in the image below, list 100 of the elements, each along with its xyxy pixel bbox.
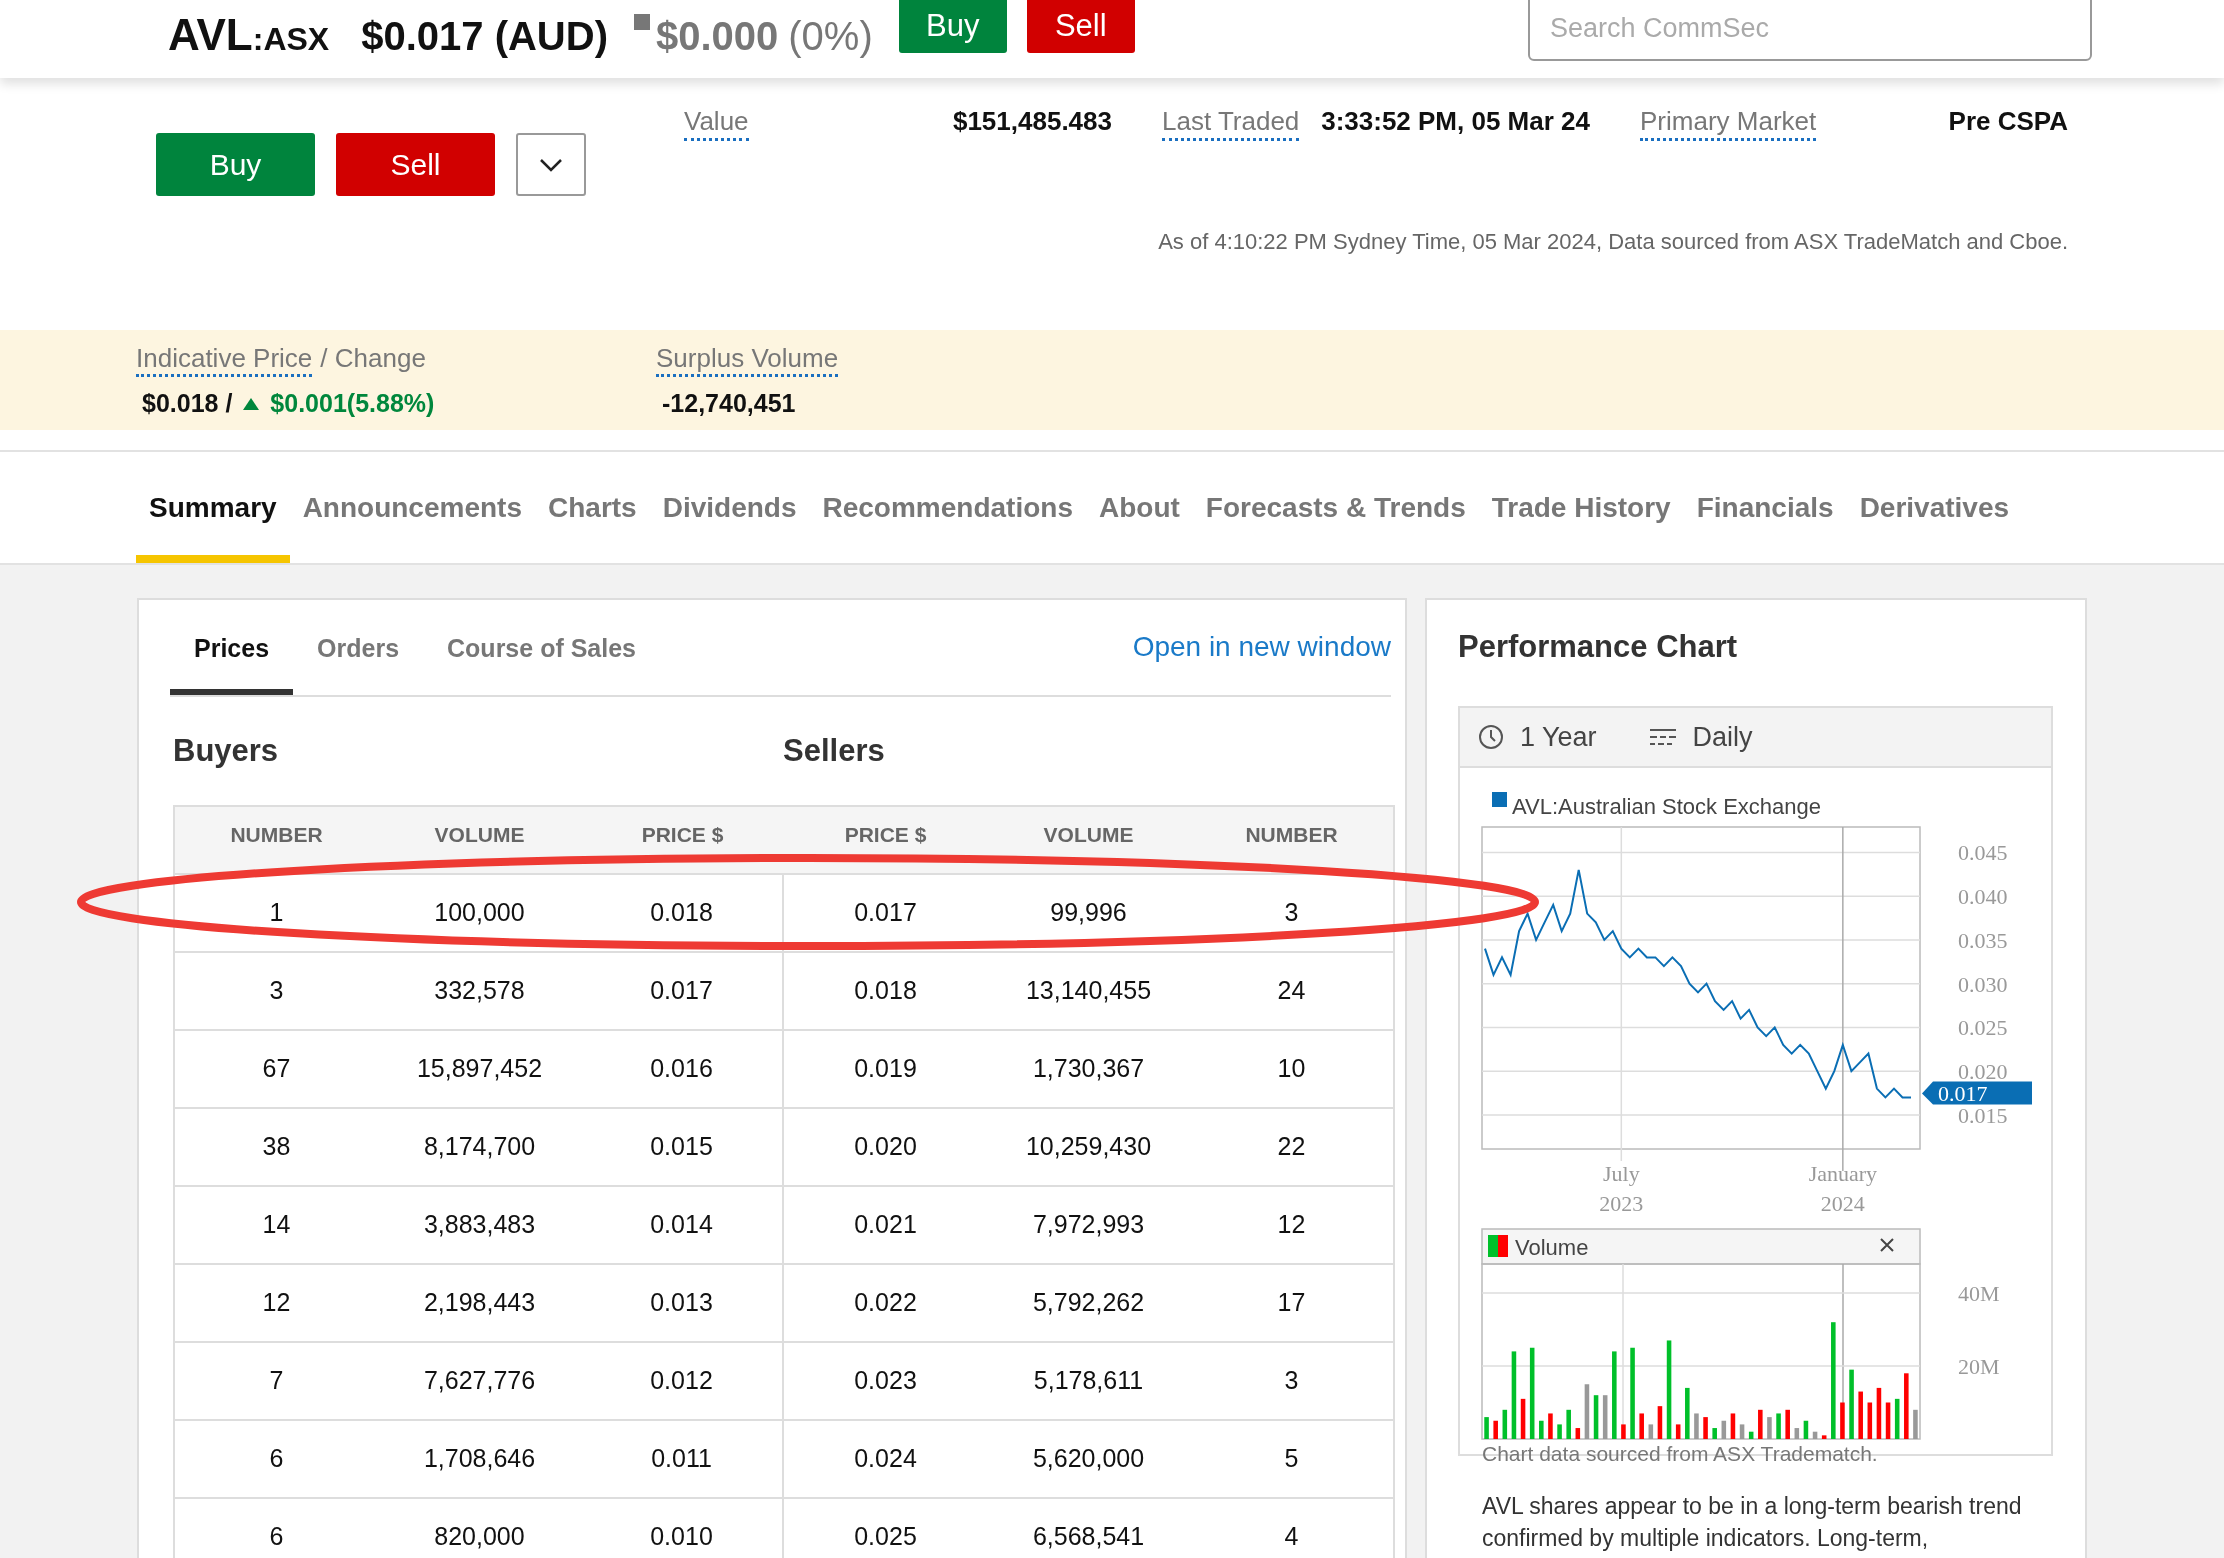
table-cell: 0.017 bbox=[581, 953, 784, 1029]
stock-summary-text: AVL shares appear to be in a long-term bearish trend confirmed by multiple indicators. Long-term, bbox=[1481, 1491, 2023, 1553]
table-cell-text: 12 bbox=[261, 1287, 292, 1319]
table-cell-text: 0.020 bbox=[853, 1131, 918, 1163]
table-cell-text: 0.021 bbox=[853, 1209, 918, 1241]
indicative-price: $0.018 / bbox=[142, 388, 233, 419]
nav-tab[interactable]: Derivatives bbox=[1846, 452, 2023, 563]
clock-icon bbox=[1478, 724, 1504, 750]
stat-label: Primary Market bbox=[1640, 106, 1817, 141]
axis-label: July 2023 bbox=[1599, 1161, 1644, 1216]
table-cell-text: 7 bbox=[268, 1365, 285, 1397]
column-header: NUMBER bbox=[229, 822, 324, 849]
table-cell-text: 0.024 bbox=[853, 1443, 918, 1475]
nav-tab[interactable]: Financials bbox=[1683, 452, 1847, 563]
volume-legend-icon bbox=[1488, 1235, 1508, 1257]
ticker-symbol: AVL bbox=[168, 9, 253, 61]
table-cell-text: 6 bbox=[268, 1443, 285, 1475]
stat-value: Pre CSPA bbox=[1948, 106, 2068, 136]
column-header: PRICE $ bbox=[843, 822, 928, 849]
sell-button[interactable]: Sell bbox=[1026, 0, 1135, 53]
nav-tab[interactable]: Trade History bbox=[1478, 452, 1684, 563]
lines-icon bbox=[1648, 727, 1677, 747]
table-cell-text: 6 bbox=[268, 1521, 285, 1553]
buy-button[interactable]: Buy bbox=[156, 133, 315, 196]
interval-selector[interactable]: Daily bbox=[1648, 716, 1753, 758]
sub-tab[interactable]: Course of Sales bbox=[423, 600, 660, 695]
sell-button[interactable]: Sell bbox=[336, 133, 495, 196]
open-new-window-link[interactable]: Open in new window bbox=[1132, 625, 1391, 670]
last-price-marker: 0.017 bbox=[1922, 1081, 2032, 1107]
column-header: VOLUME bbox=[1042, 822, 1135, 849]
table-cell-text: 0.023 bbox=[853, 1365, 918, 1397]
table-cell-text: 2,198,443 bbox=[422, 1287, 537, 1319]
change-label: / Change bbox=[320, 342, 426, 375]
table-cell-text: 5,178,611 bbox=[1032, 1365, 1145, 1397]
table-cell-text: 15,897,452 bbox=[415, 1053, 544, 1085]
table-cell-text: 10 bbox=[1276, 1053, 1307, 1085]
square-icon bbox=[633, 14, 650, 30]
table-cell-text: 1 bbox=[268, 897, 285, 929]
table-cell-text: 332,578 bbox=[433, 975, 526, 1007]
table-cell-text: 7,627,776 bbox=[422, 1365, 537, 1397]
buyers-heading: Buyers bbox=[173, 731, 280, 770]
table-cell-text: 0.018 bbox=[853, 975, 918, 1007]
sub-tab[interactable]: Prices bbox=[170, 600, 294, 695]
close-icon[interactable] bbox=[1880, 1238, 1894, 1252]
data-source-note: As of 4:10:22 PM Sydney Time, 05 Mar 2024, Data sourced from ASX TradeMatch and Cboe. bbox=[1157, 228, 2068, 256]
table-cell: 0.012 bbox=[581, 1343, 784, 1419]
indicative-price-label: Indicative Price bbox=[136, 342, 313, 377]
sub-tab[interactable]: Orders bbox=[293, 600, 424, 695]
axis-label: 0.025 bbox=[1958, 1015, 2008, 1041]
table-cell-text: 4 bbox=[1283, 1521, 1300, 1553]
exchange-code: :ASX bbox=[252, 20, 330, 59]
table-cell-text: 38 bbox=[261, 1131, 292, 1163]
axis-label: 0.035 bbox=[1958, 927, 2008, 953]
axis-label: 0.045 bbox=[1958, 840, 2008, 866]
table-cell-text: 10,259,430 bbox=[1024, 1131, 1153, 1163]
table-cell-text: 5,620,000 bbox=[1031, 1443, 1146, 1475]
table-cell-text: 1,708,646 bbox=[422, 1443, 537, 1475]
surplus-volume-label: Surplus Volume bbox=[656, 342, 839, 377]
volume-legend-label: Volume bbox=[1515, 1235, 1589, 1260]
stat-value: 3:33:52 PM, 05 Mar 24 bbox=[1321, 106, 1590, 136]
nav-tab[interactable]: About bbox=[1086, 452, 1193, 563]
table-cell-text: 0.022 bbox=[853, 1287, 918, 1319]
legend-label: AVL:Australian Stock Exchange bbox=[1512, 794, 1821, 819]
header-change-percent: (0%) bbox=[788, 13, 873, 60]
chart-source-note: Chart data sourced from ASX Tradematch. bbox=[1481, 1441, 1879, 1467]
header-price: $0.017 (AUD) bbox=[361, 13, 608, 60]
table-cell: 0.018 bbox=[581, 875, 784, 951]
column-header: VOLUME bbox=[433, 822, 526, 849]
table-cell-text: 0.019 bbox=[853, 1053, 918, 1085]
nav-tab[interactable]: Forecasts & Trends bbox=[1192, 452, 1479, 563]
nav-tab[interactable]: Dividends bbox=[649, 452, 810, 563]
table-cell-text: 100,000 bbox=[433, 897, 526, 929]
search-field[interactable]: Search CommSec bbox=[1528, 0, 2092, 61]
nav-tab[interactable]: Announcements bbox=[289, 452, 535, 563]
nav-tab[interactable]: Charts bbox=[535, 452, 650, 563]
buy-button[interactable]: Buy bbox=[898, 0, 1007, 53]
table-cell-text: 6,568,541 bbox=[1031, 1521, 1146, 1553]
sellers-heading: Sellers bbox=[783, 731, 885, 770]
legend-swatch-icon bbox=[1492, 792, 1507, 807]
up-triangle-icon bbox=[242, 396, 261, 411]
table-cell-text: 24 bbox=[1276, 975, 1307, 1007]
stat-label: Value bbox=[684, 106, 749, 141]
dropdown-button[interactable] bbox=[516, 133, 586, 196]
table-cell-text: 820,000 bbox=[433, 1521, 526, 1553]
table-cell: 0.015 bbox=[581, 1109, 784, 1185]
header-change: $0.000 bbox=[655, 13, 779, 60]
table-cell-text: 14 bbox=[261, 1209, 292, 1241]
nav-tab[interactable]: Recommendations bbox=[809, 452, 1086, 563]
table-cell-text: 3 bbox=[1283, 1365, 1300, 1397]
surplus-volume: -12,740,451 bbox=[661, 388, 796, 419]
table-cell: 0.010 bbox=[581, 1499, 784, 1558]
price-change: $0.001(5.88%) bbox=[270, 388, 435, 419]
period-selector[interactable]: 1 Year bbox=[1478, 716, 1597, 758]
axis-label: 0.040 bbox=[1958, 884, 2008, 910]
table-cell-text: 3 bbox=[1283, 897, 1300, 929]
table-cell-text: 5 bbox=[1283, 1443, 1300, 1475]
axis-label: 0.030 bbox=[1958, 971, 2008, 997]
table-cell-text: 3 bbox=[268, 975, 285, 1007]
table-cell-text: 0.025 bbox=[853, 1521, 918, 1553]
axis-label: 20M bbox=[1958, 1354, 2000, 1379]
